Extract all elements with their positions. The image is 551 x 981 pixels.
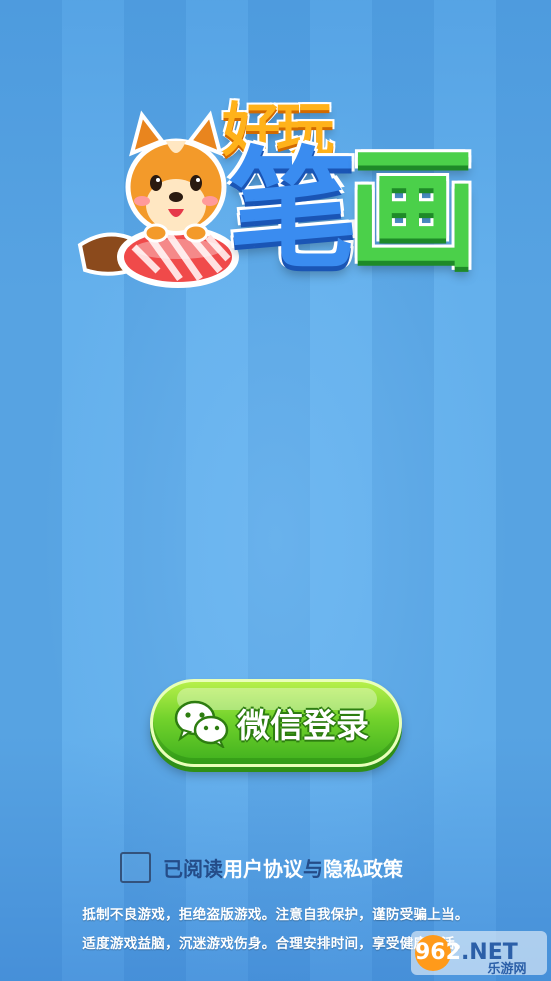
- wechat-login-button[interactable]: 微信登录: [150, 679, 402, 767]
- watermark-sub: 乐游网: [487, 961, 526, 977]
- wechat-login-label: 微信登录: [237, 706, 369, 745]
- health-notice-line1: 抵制不良游戏，拒绝盗版游戏。注意自我保护，谨防受骗上当。: [82, 907, 469, 923]
- wechat-icon: [174, 700, 229, 748]
- logo-title-line2: 笔画: [228, 145, 478, 275]
- agreement-and-text: 与: [303, 856, 323, 881]
- logo-char-bi: 笔: [228, 134, 358, 286]
- agreement-read-text: 已阅读: [163, 856, 223, 881]
- logo-char-hua: 画: [348, 134, 478, 286]
- game-logo: 好玩 笔画: [70, 75, 490, 325]
- agreement-checkbox[interactable]: [120, 851, 151, 883]
- watermark-logo: 962.NET 乐游网: [411, 929, 547, 977]
- agreement-row: 已阅读 用户协议与隐私政策: [120, 849, 403, 885]
- user-agreement-link[interactable]: 用户协议: [223, 853, 303, 882]
- privacy-policy-link[interactable]: 隐私政策: [323, 853, 403, 882]
